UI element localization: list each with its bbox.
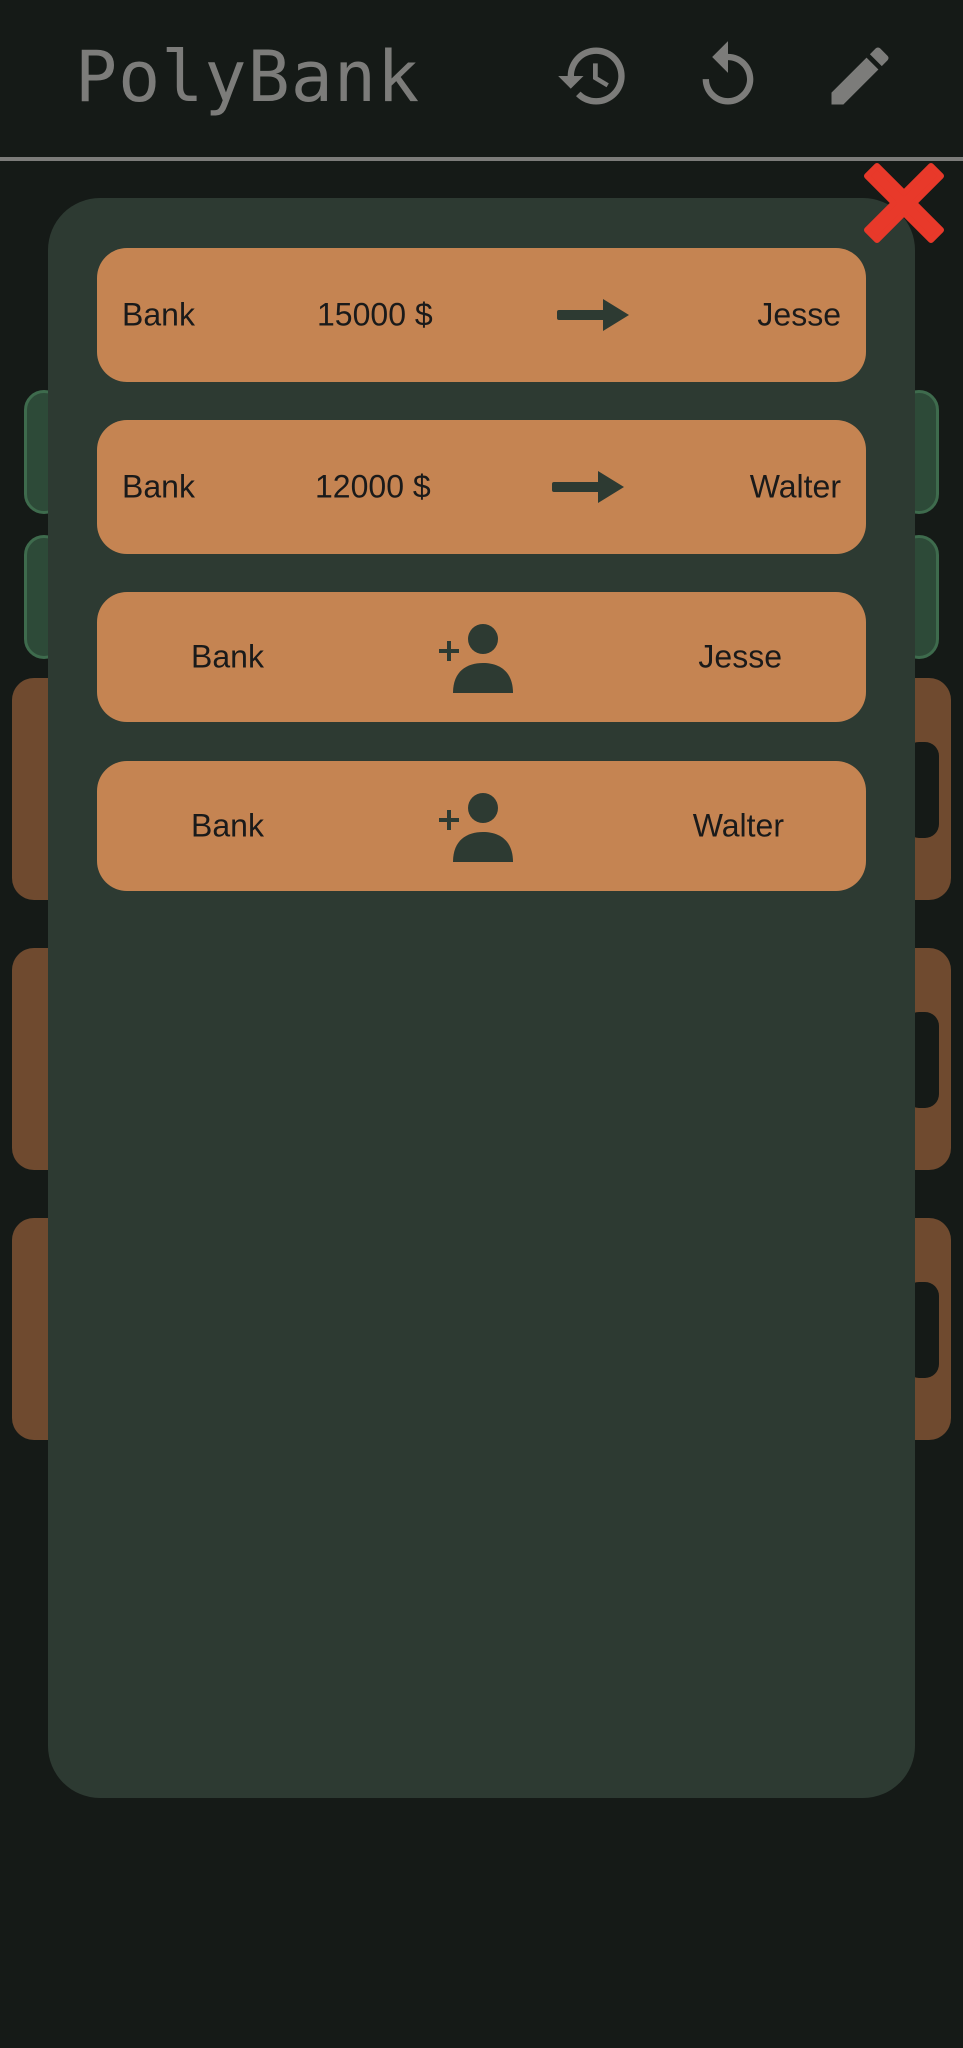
entry-from: Bank bbox=[191, 807, 264, 844]
entry-amount: 12000 $ bbox=[315, 468, 431, 505]
history-entry-transfer[interactable]: Bank 12000 $ Walter bbox=[97, 420, 866, 554]
entry-from: Bank bbox=[191, 638, 264, 675]
arrow-right-icon bbox=[552, 471, 624, 503]
entry-to: Walter bbox=[692, 807, 784, 844]
history-entry-add-player[interactable]: Bank Walter bbox=[97, 761, 866, 891]
entry-amount: 15000 $ bbox=[317, 296, 433, 333]
app-root: PolyBank Bank 15000 $ Jesse Bank 12000 $… bbox=[0, 0, 963, 2048]
top-bar: PolyBank bbox=[0, 0, 963, 160]
entry-from: Bank bbox=[122, 468, 195, 505]
entry-to: Jesse bbox=[698, 638, 782, 675]
history-entry-add-player[interactable]: Bank Jesse bbox=[97, 592, 866, 722]
header-divider bbox=[0, 157, 963, 161]
edit-icon[interactable] bbox=[822, 38, 898, 114]
entry-to: Jesse bbox=[757, 296, 841, 333]
close-icon[interactable] bbox=[859, 158, 949, 248]
person-add-icon bbox=[439, 624, 513, 693]
person-add-icon bbox=[439, 793, 513, 862]
undo-icon[interactable] bbox=[690, 38, 766, 114]
arrow-right-icon bbox=[557, 299, 629, 331]
entry-from: Bank bbox=[122, 296, 195, 333]
entry-to: Walter bbox=[749, 468, 841, 505]
history-entry-transfer[interactable]: Bank 15000 $ Jesse bbox=[97, 248, 866, 382]
app-title: PolyBank bbox=[75, 36, 421, 118]
history-icon[interactable] bbox=[555, 38, 631, 114]
